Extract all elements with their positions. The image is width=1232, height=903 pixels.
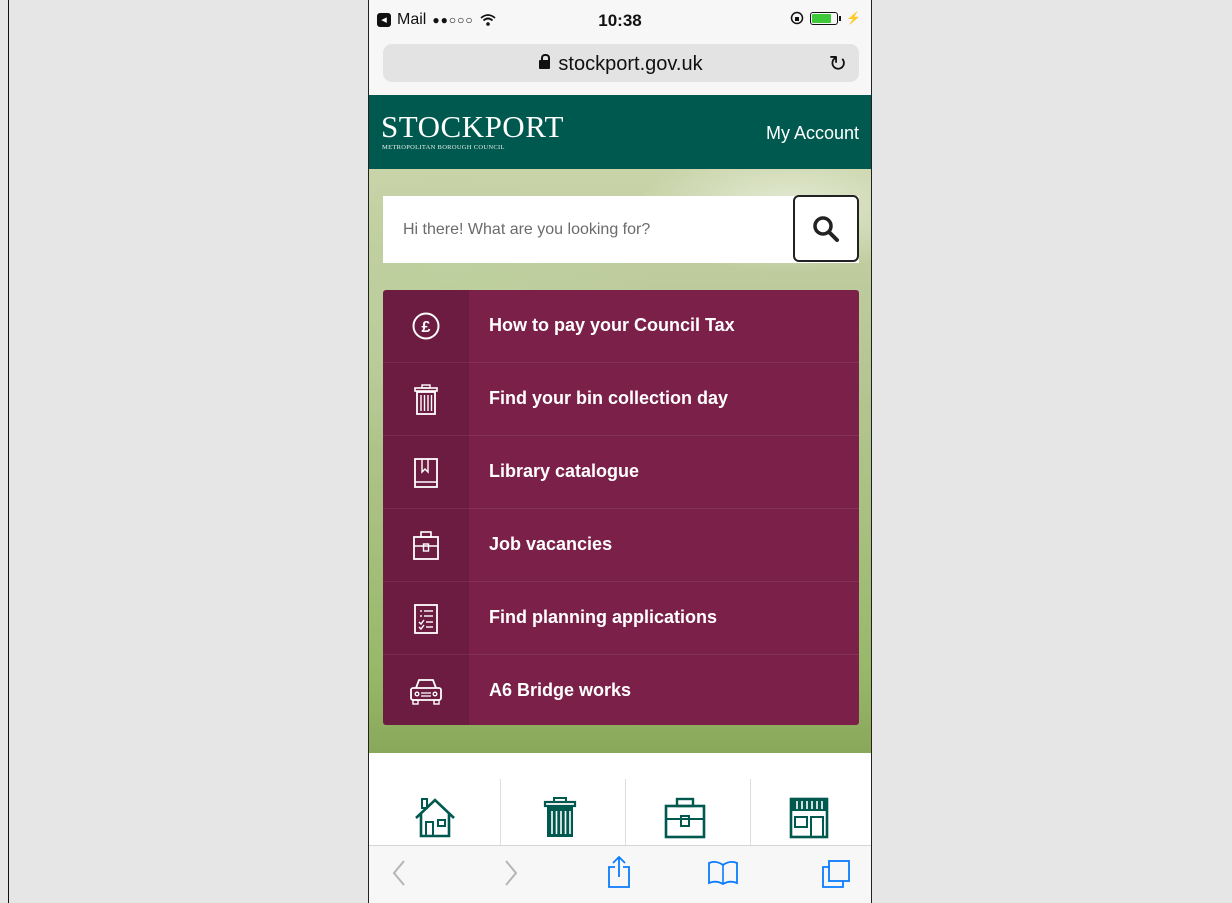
orientation-lock-icon <box>790 11 804 25</box>
address-text-wrap: stockport.gov.uk <box>383 53 859 76</box>
quick-link-jobs[interactable]: Job vacancies <box>383 509 859 582</box>
quick-link-icon-cell <box>383 436 469 509</box>
status-indicators: ⚡ <box>790 11 861 25</box>
quick-link-planning[interactable]: Find planning applications <box>383 582 859 655</box>
search-box: Hi there! What are you looking for? <box>383 195 859 263</box>
charging-icon: ⚡ <box>846 11 861 25</box>
browser-toolbar <box>369 845 871 903</box>
search-button[interactable] <box>793 195 859 262</box>
tile-jobs[interactable] <box>619 780 744 845</box>
reload-icon[interactable]: ↻ <box>829 51 847 77</box>
pound-icon: £ <box>412 312 440 340</box>
battery-icon <box>810 11 842 25</box>
quick-links-menu: £ How to pay your Council Tax Find your … <box>383 290 859 725</box>
status-bar: ◂ Mail ●●○○○ 10:38 ⚡ <box>369 0 871 40</box>
quick-link-label: A6 Bridge works <box>489 680 632 700</box>
logo-subtitle: METROPOLITAN BOROUGH COUNCIL <box>382 144 505 151</box>
quick-link-icon-cell: £ <box>383 290 469 363</box>
quick-link-label: Job vacancies <box>489 534 613 554</box>
page-divider <box>8 0 9 903</box>
quick-link-icon-cell <box>383 363 469 436</box>
lock-icon <box>539 54 551 69</box>
bookmarks-icon[interactable] <box>707 860 739 886</box>
car-icon <box>410 679 442 705</box>
logo-title: STOCKPORT <box>381 109 564 144</box>
svg-text:£: £ <box>422 319 431 336</box>
house-icon <box>415 798 455 838</box>
quick-link-a6-bridge[interactable]: A6 Bridge works <box>383 655 859 725</box>
browser-chrome: stockport.gov.uk ↻ <box>369 40 871 95</box>
bin-icon <box>414 384 438 415</box>
tile-housing[interactable] <box>369 780 494 845</box>
quick-link-council-tax[interactable]: £ How to pay your Council Tax <box>383 290 859 363</box>
briefcase-icon <box>413 531 439 560</box>
briefcase-icon <box>664 797 706 839</box>
checklist-icon <box>414 604 438 634</box>
phone-screen: ◂ Mail ●●○○○ 10:38 ⚡ stockport.gov.uk ↻ <box>368 0 872 903</box>
quick-link-label: Library catalogue <box>489 461 640 481</box>
quick-link-library[interactable]: Library catalogue <box>383 436 859 509</box>
quick-link-icon-cell <box>383 655 469 725</box>
quick-link-label: Find planning applications <box>489 607 717 627</box>
shop-icon <box>789 797 829 839</box>
quick-link-icon-cell <box>383 509 469 582</box>
bin-icon <box>543 797 577 837</box>
tile-bins[interactable] <box>494 780 619 845</box>
forward-icon[interactable] <box>503 858 519 888</box>
search-input[interactable]: Hi there! What are you looking for? <box>403 221 650 239</box>
quick-link-label: How to pay your Council Tax <box>489 315 735 335</box>
address-bar[interactable]: stockport.gov.uk ↻ <box>383 44 859 82</box>
site-header: STOCKPORT METROPOLITAN BOROUGH COUNCIL M… <box>369 95 871 169</box>
share-icon[interactable] <box>607 855 631 889</box>
tile-business[interactable] <box>744 780 869 845</box>
quick-link-bin-day[interactable]: Find your bin collection day <box>383 363 859 436</box>
quick-link-label: Find your bin collection day <box>489 388 729 408</box>
search-icon <box>813 216 839 242</box>
quick-link-icon-cell <box>383 582 469 655</box>
book-icon <box>414 458 438 488</box>
tabs-icon[interactable] <box>821 859 851 889</box>
my-account-link[interactable]: My Account <box>766 123 859 144</box>
back-icon[interactable] <box>391 858 407 888</box>
hero-banner: Hi there! What are you looking for? £ Ho… <box>369 169 871 753</box>
address-url: stockport.gov.uk <box>558 53 703 75</box>
service-tiles <box>369 753 871 845</box>
